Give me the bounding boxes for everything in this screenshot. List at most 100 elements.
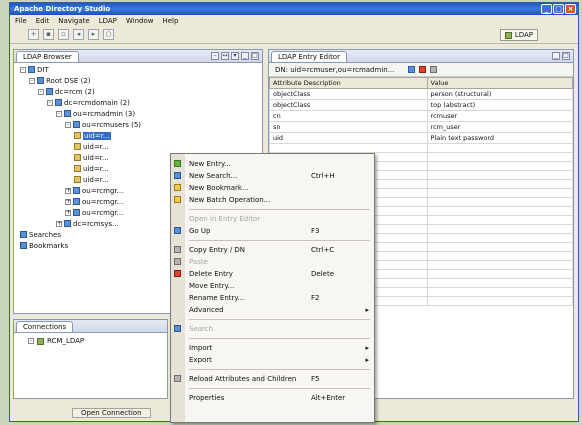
menu-item-shortcut: Alt+Enter [311, 393, 346, 402]
menu-item[interactable]: Paste [171, 256, 374, 267]
table-row[interactable]: objectClass top (abstract) [269, 99, 574, 111]
tree-node-label: ou=rcmgr... [82, 186, 124, 195]
tree-node[interactable]: + dc=rcmsys... [56, 219, 119, 228]
folder-icon [64, 110, 71, 117]
tree-node[interactable]: uid=r... [74, 142, 109, 151]
tree-node[interactable]: Bookmarks [20, 241, 68, 250]
tree-node[interactable]: uid=r... [74, 164, 109, 173]
attribute-cell[interactable]: cn [269, 110, 428, 122]
minimize-button[interactable]: _ [541, 4, 552, 14]
menu-item[interactable]: Import ▸ [171, 342, 374, 353]
maximize-view-icon[interactable]: □ [562, 52, 570, 60]
tree-node[interactable]: + ou=rcmgr... [65, 186, 123, 195]
expand-icon[interactable]: - [28, 338, 34, 344]
tree-node[interactable]: - dc=rcmdomain (2) [47, 98, 130, 107]
value-cell[interactable]: top (abstract) [426, 99, 574, 111]
menu-navigate[interactable]: Navigate [58, 17, 89, 25]
refresh-icon[interactable] [430, 66, 438, 73]
menu-ldap[interactable]: LDAP [99, 17, 117, 25]
new-icon[interactable]: + [28, 29, 39, 40]
forward-icon[interactable]: ▸ [88, 29, 99, 40]
collapse-icon[interactable]: - [29, 77, 35, 84]
collapse-icon[interactable]: - [38, 88, 44, 95]
print-icon[interactable]: ▫ [58, 29, 69, 40]
view-menu-icon[interactable]: ▾ [231, 52, 239, 60]
expand-icon[interactable]: + [65, 187, 71, 194]
attribute-cell[interactable]: uid [269, 132, 428, 144]
value-cell[interactable]: person (structural) [426, 88, 574, 100]
maximize-button[interactable]: □ [553, 4, 564, 14]
connection-item[interactable]: - RCM_LDAP [14, 333, 167, 345]
collapse-icon[interactable]: - [65, 121, 71, 128]
collapse-icon[interactable]: - [20, 66, 26, 73]
value-cell[interactable]: rcm_user [426, 121, 574, 133]
table-row[interactable]: cn rcmuser [269, 110, 574, 122]
tree-node[interactable]: + ou=rcmgr... [65, 208, 123, 217]
attribute-cell[interactable]: objectClass [269, 99, 428, 111]
value-cell[interactable]: rcmuser [426, 110, 574, 122]
menu-window[interactable]: Window [126, 17, 154, 25]
tab-connections[interactable]: Connections [16, 320, 74, 332]
tree-node[interactable]: + ou=rcmgr... [65, 197, 123, 206]
open-connection-button[interactable]: Open Connection [72, 408, 151, 418]
link-icon[interactable]: ↔ [221, 52, 229, 60]
column-value[interactable]: Value [426, 77, 574, 89]
menu-item[interactable]: Properties Alt+Enter [171, 392, 374, 403]
tree-node[interactable]: - dc=rcm (2) [38, 87, 95, 96]
tree-node[interactable]: uid=r... [74, 175, 109, 184]
back-icon[interactable]: ◂ [73, 29, 84, 40]
expand-icon[interactable]: + [65, 198, 71, 205]
collapse-icon[interactable]: - [56, 110, 62, 117]
menu-item[interactable]: Delete Entry Delete [171, 268, 374, 279]
collapse-all-icon[interactable]: – [211, 52, 219, 60]
minimize-view-icon[interactable]: _ [241, 52, 249, 60]
menu-help[interactable]: Help [162, 17, 178, 25]
menu-item[interactable]: Copy Entry / DN Ctrl+C [171, 244, 374, 255]
menu-item[interactable]: Go Up F3 [171, 225, 374, 236]
table-row[interactable]: uid Plain text password [269, 132, 574, 144]
tree-node[interactable]: - Root DSE (2) [29, 76, 90, 85]
menu-item[interactable]: New Bookmark... [171, 182, 374, 193]
menu-item[interactable]: Reload Attributes and Children F5 [171, 373, 374, 384]
tab-entry-editor[interactable]: LDAP Entry Editor [271, 50, 347, 62]
menu-item[interactable]: Export ▸ [171, 354, 374, 365]
tree-node[interactable]: - ou=rcmusers (5) [65, 120, 141, 129]
tree-node[interactable]: uid=r... [74, 153, 109, 162]
tree-node-label: Root DSE (2) [46, 76, 91, 85]
close-button[interactable]: × [565, 4, 576, 14]
attribute-cell[interactable]: objectClass [269, 88, 428, 100]
menu-item[interactable]: New Search... Ctrl+H [171, 170, 374, 181]
tree-node[interactable]: - DIT [20, 65, 49, 74]
delete-value-icon[interactable] [419, 66, 427, 73]
attribute-cell[interactable]: sn [269, 121, 428, 133]
value-cell[interactable]: Plain text password [426, 132, 574, 144]
expand-icon[interactable]: + [65, 209, 71, 216]
column-attribute[interactable]: Attribute Description [269, 77, 428, 89]
table-row[interactable]: objectClass person (structural) [269, 88, 574, 100]
tree-node[interactable]: uid=r... [74, 131, 111, 140]
tree-node[interactable]: Searches [20, 230, 61, 239]
tab-ldap-browser[interactable]: LDAP Browser [16, 50, 79, 62]
minimize-view-icon[interactable]: _ [552, 52, 560, 60]
menu-item[interactable]: Move Entry... [171, 280, 374, 291]
tree-node-label: ou=rcmusers (5) [82, 120, 142, 129]
menu-item[interactable]: Rename Entry... F2 [171, 292, 374, 303]
table-row[interactable]: sn rcm_user [269, 121, 574, 133]
tab-ldap-browser-label: LDAP Browser [23, 52, 72, 61]
save-icon[interactable]: ▪ [43, 29, 54, 40]
menu-item[interactable]: New Batch Operation... [171, 194, 374, 205]
menu-item[interactable]: New Entry... [171, 158, 374, 169]
expand-icon[interactable]: + [56, 220, 62, 227]
menu-item[interactable]: Advanced ▸ [171, 304, 374, 315]
collapse-icon[interactable]: - [47, 99, 53, 106]
entry-icon [74, 154, 81, 161]
tree-node[interactable]: - ou=rcmadmin (3) [56, 109, 135, 118]
perspective-switcher[interactable]: LDAP [499, 29, 538, 41]
menu-edit[interactable]: Edit [36, 17, 50, 25]
menu-item[interactable]: Search [171, 323, 374, 334]
menu-file[interactable]: File [15, 17, 27, 25]
new-value-icon[interactable] [408, 66, 416, 73]
menu-item[interactable]: Open in Entry Editor [171, 213, 374, 224]
maximize-view-icon[interactable]: □ [251, 52, 259, 60]
search-icon[interactable]: ○ [103, 29, 114, 40]
